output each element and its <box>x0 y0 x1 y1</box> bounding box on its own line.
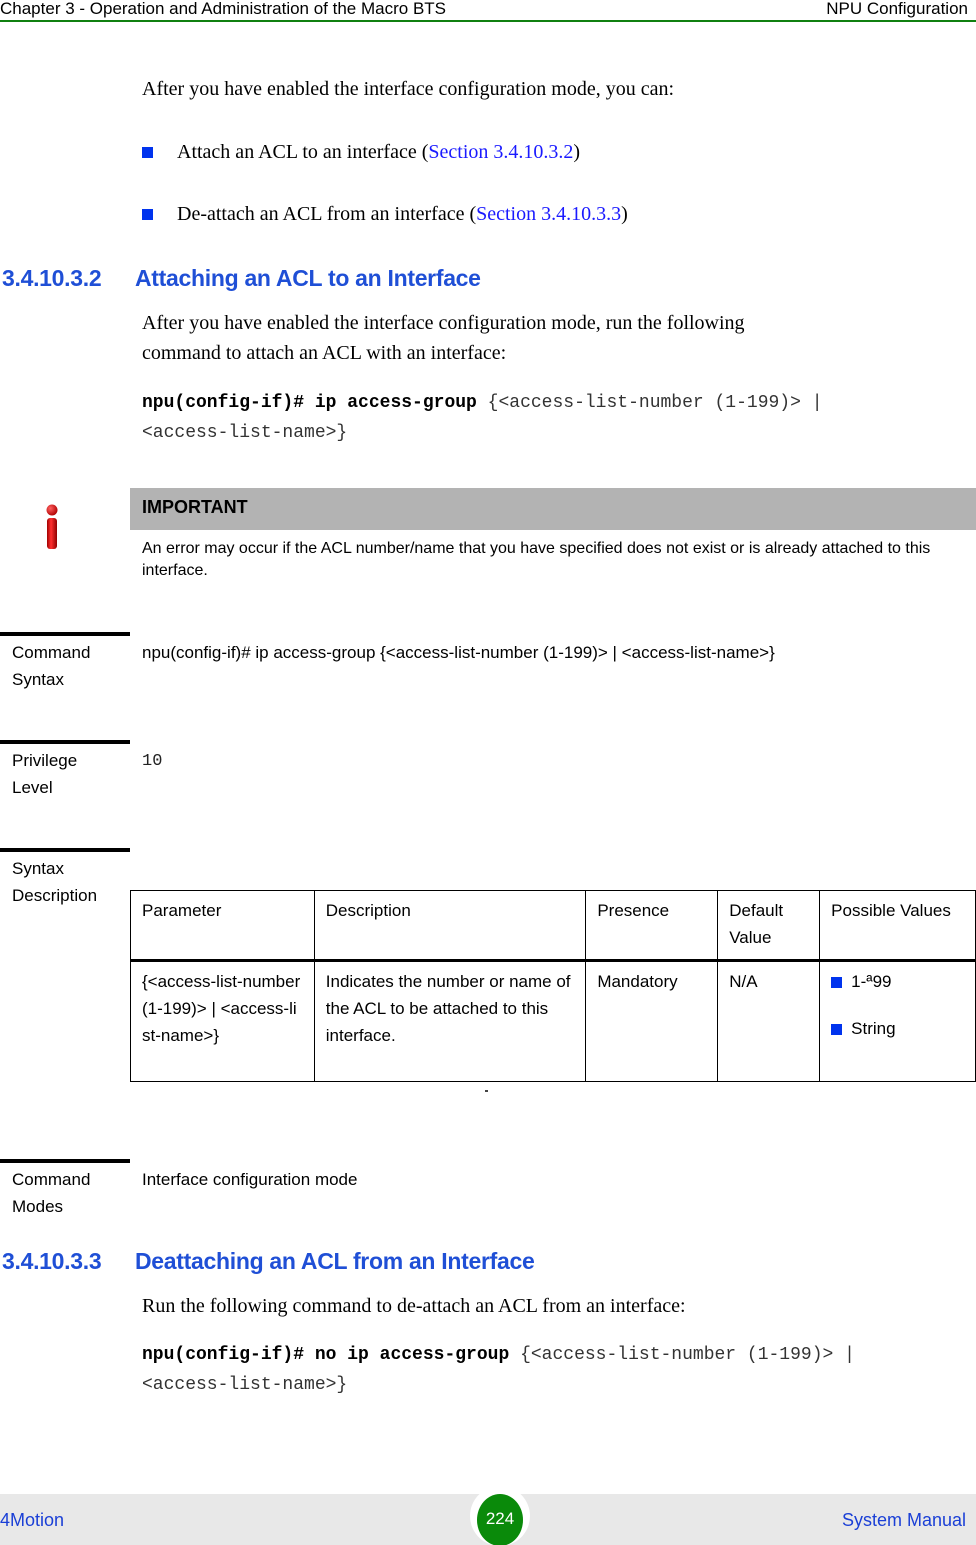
attach-command: npu(config-if)# ip access-group {<access… <box>142 393 823 413</box>
stray-mark <box>485 1090 488 1092</box>
page-number: 224 <box>477 1494 523 1545</box>
section-number: 3.4.10.3.2 <box>2 265 102 291</box>
bullet-icon <box>831 1024 843 1035</box>
section-title: Deattaching an ACL from an Interface <box>135 1248 535 1274</box>
default-cell: N/A <box>717 960 821 1082</box>
section-heading-detach: 3.4.10.3.3 Deattaching an ACL from an Int… <box>2 1248 535 1275</box>
bullet-icon <box>831 977 843 988</box>
possible-value-item: String <box>831 1015 964 1042</box>
column-header: Presence <box>585 890 719 962</box>
section-title: Attaching an ACL to an Interface <box>135 265 481 291</box>
chapter-title: Chapter 3 - Operation and Administration… <box>0 0 447 18</box>
possible-values-cell: 1-ª99 String <box>819 960 976 1082</box>
section-link-3-4-10-3-2[interactable]: Section 3.4.10.3.2 <box>428 141 573 163</box>
table-header-row: Parameter Description Presence Default V… <box>130 890 976 962</box>
page-header: Chapter 3 - Operation and Administration… <box>0 0 976 22</box>
table-row: {<access-list-number (1-199)> | <access-… <box>130 960 976 1082</box>
divider <box>0 1159 130 1163</box>
column-header: Description <box>313 890 587 962</box>
bullet-text: Attach an ACL to an interface ( <box>177 141 429 163</box>
attach-paragraph-line1: After you have enabled the interface con… <box>142 312 745 334</box>
divider <box>0 848 130 852</box>
important-title: IMPORTANT <box>142 497 248 517</box>
document-name: System Manual <box>841 1510 966 1530</box>
presence-cell: Mandatory <box>585 960 719 1082</box>
section-number: 3.4.10.3.3 <box>2 1248 102 1274</box>
divider <box>0 740 130 744</box>
attach-command-cont: <access-list-name>} <box>142 423 348 443</box>
info-icon <box>43 504 61 550</box>
privilege-level-value: 10 <box>142 752 163 771</box>
column-header: Parameter <box>130 890 315 962</box>
attach-paragraph-line2: command to attach an ACL with an interfa… <box>142 342 507 364</box>
parameter-cell: {<access-list-number (1-199)> | <access-… <box>130 960 315 1082</box>
important-banner: IMPORTANT <box>130 488 976 530</box>
product-name: 4Motion <box>0 1510 65 1530</box>
important-text: An error may occur if the ACL number/nam… <box>142 540 931 579</box>
intro-text: After you have enabled the interface con… <box>142 78 675 100</box>
section-heading-attach: 3.4.10.3.2 Attaching an ACL to an Interfa… <box>2 265 481 292</box>
bullet-icon <box>142 147 153 158</box>
section-link-3-4-10-3-3[interactable]: Section 3.4.10.3.3 <box>476 203 621 225</box>
syntax-description-label: Syntax Description <box>12 859 98 905</box>
detach-command-cont: <access-list-name>} <box>142 1375 348 1395</box>
possible-value-item: 1-ª99 <box>831 968 964 995</box>
privilege-level-label: Privilege Level <box>12 751 78 797</box>
divider <box>0 632 130 636</box>
bullet-icon <box>142 209 153 220</box>
command-syntax-label: Command Syntax <box>12 643 91 689</box>
bullet-text: De-attach an ACL from an interface ( <box>177 203 477 225</box>
detach-paragraph: Run the following command to de-attach a… <box>142 1295 686 1317</box>
column-header: Default Value <box>717 890 821 962</box>
command-syntax-value: npu(config-if)# ip access-group {<access… <box>142 643 775 662</box>
description-cell: Indicates the number or name of the ACL … <box>313 960 587 1082</box>
command-modes-value: Interface configuration mode <box>142 1170 358 1189</box>
page-number-badge: 224 <box>470 1486 530 1545</box>
column-header: Possible Values <box>819 890 976 962</box>
syntax-description-table: Parameter Description Presence Default V… <box>130 890 976 1082</box>
section-title: NPU Configuration <box>826 0 968 18</box>
command-modes-label: Command Modes <box>12 1170 91 1216</box>
detach-command: npu(config-if)# no ip access-group {<acc… <box>142 1345 855 1365</box>
